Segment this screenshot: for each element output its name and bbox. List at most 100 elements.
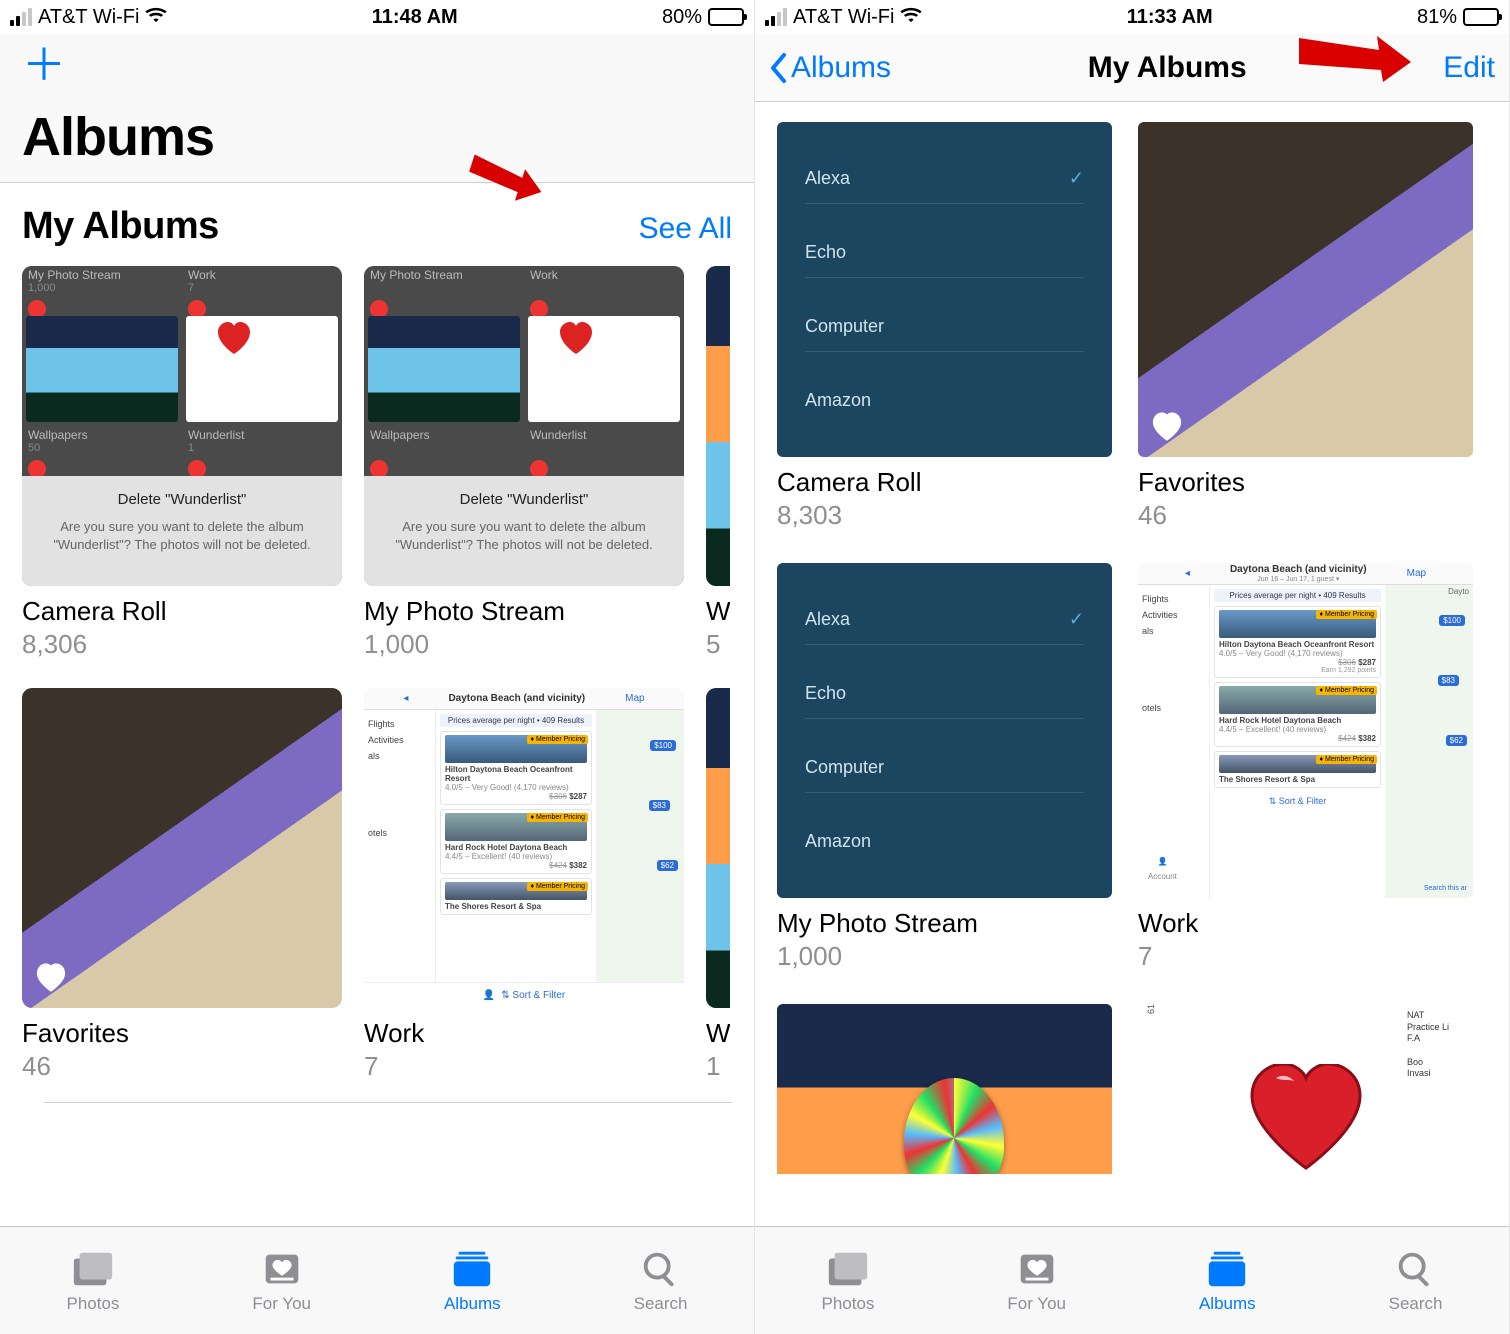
- album-name: Favorites: [1138, 467, 1473, 498]
- tab-bar: Photos For You Albums Search: [0, 1226, 754, 1334]
- battery-pct: 80%: [662, 6, 702, 29]
- albums-icon: [1204, 1248, 1250, 1290]
- tab-label: Photos: [66, 1294, 119, 1314]
- foryou-icon: [1014, 1248, 1060, 1290]
- albums-icon: [449, 1248, 495, 1290]
- add-album-button[interactable]: ＋: [22, 34, 732, 88]
- photos-icon: [70, 1248, 116, 1290]
- album-count: 1: [706, 1051, 730, 1082]
- album-name: My Photo Stream: [777, 908, 1112, 939]
- album-name: My Photo Stream: [364, 596, 684, 627]
- album-camera-roll[interactable]: My Photo Stream1,000 Work7 Wallpapers50 …: [22, 266, 342, 660]
- album-name: Camera Roll: [22, 596, 342, 627]
- tab-label: Photos: [821, 1294, 874, 1314]
- battery-icon: [708, 8, 744, 26]
- heart-icon: [34, 962, 68, 996]
- album-work[interactable]: ◂Daytona Beach (and vicinity)Jun 16 – Ju…: [1138, 563, 1473, 972]
- album-thumbnail: [706, 688, 730, 1008]
- see-all-link[interactable]: See All: [639, 212, 732, 246]
- cell-signal-icon: [765, 8, 787, 26]
- album-wallpapers[interactable]: [777, 1004, 1112, 1174]
- carrier-label: AT&T Wi-Fi: [793, 6, 894, 29]
- album-thumbnail: [777, 1004, 1112, 1174]
- album-name: Favorites: [22, 1018, 342, 1049]
- album-thumbnail: 61 Memorial Medical Parkway, Ste. Center…: [1138, 1004, 1473, 1174]
- carrier-label: AT&T Wi-Fi: [38, 6, 139, 29]
- album-favorites[interactable]: Favorites 46: [22, 688, 342, 1082]
- album-name: Work: [364, 1018, 684, 1049]
- annotation-arrow-icon: [1299, 24, 1439, 84]
- clock: 11:33 AM: [1127, 6, 1213, 29]
- tab-foryou[interactable]: For You: [252, 1248, 311, 1314]
- check-icon: ✓: [1069, 168, 1084, 189]
- album-count: 8,303: [777, 500, 1112, 531]
- album-thumbnail: My Photo Stream1,000 Work7 Wallpapers50 …: [22, 266, 342, 586]
- foryou-icon: [259, 1248, 305, 1290]
- album-my-photo-stream[interactable]: Alexa✓ Echo Computer Amazon My Photo Str…: [777, 563, 1112, 972]
- album-count: 46: [22, 1051, 342, 1082]
- album-name: W: [706, 1018, 730, 1049]
- albums-scroll[interactable]: My Photo Stream1,000 Work7 Wallpapers50 …: [0, 256, 754, 1226]
- phone-right: AT&T Wi-Fi 11:33 AM 81% Albums My Albums…: [755, 0, 1510, 1334]
- photos-icon: [825, 1248, 871, 1290]
- tab-search[interactable]: Search: [1389, 1248, 1443, 1314]
- album-count: 7: [364, 1051, 684, 1082]
- album-count: 5: [706, 629, 730, 660]
- cell-signal-icon: [10, 8, 32, 26]
- tab-label: Search: [634, 1294, 688, 1314]
- album-peek[interactable]: W 5: [706, 266, 730, 660]
- page-title: Albums: [22, 88, 732, 168]
- phone-left: AT&T Wi-Fi 11:48 AM 80% ＋ Albums My Albu…: [0, 0, 755, 1334]
- tab-photos[interactable]: Photos: [66, 1248, 119, 1314]
- search-icon: [638, 1248, 684, 1290]
- nav-title: My Albums: [1088, 51, 1247, 85]
- album-count: 8,306: [22, 629, 342, 660]
- wifi-icon: [900, 6, 922, 29]
- album-peek[interactable]: W 1: [706, 688, 730, 1082]
- tab-albums[interactable]: Albums: [1199, 1248, 1256, 1314]
- back-button[interactable]: Albums: [769, 51, 891, 85]
- tab-albums[interactable]: Albums: [444, 1248, 501, 1314]
- album-thumbnail: [1138, 122, 1473, 457]
- tab-label: Search: [1389, 1294, 1443, 1314]
- tab-photos[interactable]: Photos: [821, 1248, 874, 1314]
- battery-icon: [1463, 8, 1499, 26]
- check-icon: ✓: [1069, 609, 1084, 630]
- edit-button[interactable]: Edit: [1443, 51, 1495, 85]
- album-count: 1,000: [364, 629, 684, 660]
- tab-label: For You: [252, 1294, 311, 1314]
- album-name: Camera Roll: [777, 467, 1112, 498]
- tab-foryou[interactable]: For You: [1007, 1248, 1066, 1314]
- tab-search[interactable]: Search: [634, 1248, 688, 1314]
- album-thumbnail: Alexa✓ Echo Computer Amazon: [777, 563, 1112, 898]
- tab-label: Albums: [1199, 1294, 1256, 1314]
- tab-label: Albums: [444, 1294, 501, 1314]
- back-label: Albums: [791, 51, 891, 85]
- album-thumbnail: Alexa✓ Echo Computer Amazon: [777, 122, 1112, 457]
- album-count: 46: [1138, 500, 1473, 531]
- wifi-icon: [145, 6, 167, 29]
- album-camera-roll[interactable]: Alexa✓ Echo Computer Amazon Camera Roll …: [777, 122, 1112, 531]
- album-thumbnail: My Photo Stream Work Wallpapers Wunderli…: [364, 266, 684, 586]
- album-my-photo-stream[interactable]: My Photo Stream Work Wallpapers Wunderli…: [364, 266, 684, 660]
- heart-icon: [1246, 1064, 1366, 1174]
- clock: 11:48 AM: [372, 6, 458, 29]
- header: ＋ Albums: [0, 34, 754, 183]
- album-thumbnail: ◂Daytona Beach (and vicinity)Jun 16 – Ju…: [1138, 563, 1473, 898]
- album-favorites[interactable]: Favorites 46: [1138, 122, 1473, 531]
- status-bar: AT&T Wi-Fi 11:48 AM 80%: [0, 0, 754, 34]
- album-name: W: [706, 596, 730, 627]
- section-header: My Albums See All: [0, 183, 754, 256]
- album-wunderlist[interactable]: 61 Memorial Medical Parkway, Ste. Center…: [1138, 1004, 1473, 1174]
- album-thumbnail: [706, 266, 730, 586]
- heart-icon: [1150, 411, 1184, 445]
- albums-scroll[interactable]: Alexa✓ Echo Computer Amazon Camera Roll …: [755, 102, 1509, 1226]
- album-name: Work: [1138, 908, 1473, 939]
- tab-bar: Photos For You Albums Search: [755, 1226, 1509, 1334]
- album-count: 1,000: [777, 941, 1112, 972]
- album-work[interactable]: ◂Daytona Beach (and vicinity)Map Flights…: [364, 688, 684, 1082]
- album-thumbnail: ◂Daytona Beach (and vicinity)Map Flights…: [364, 688, 684, 1008]
- search-icon: [1393, 1248, 1439, 1290]
- album-thumbnail: [22, 688, 342, 1008]
- delete-dialog: Delete "Wunderlist" Are you sure you wan…: [22, 476, 342, 586]
